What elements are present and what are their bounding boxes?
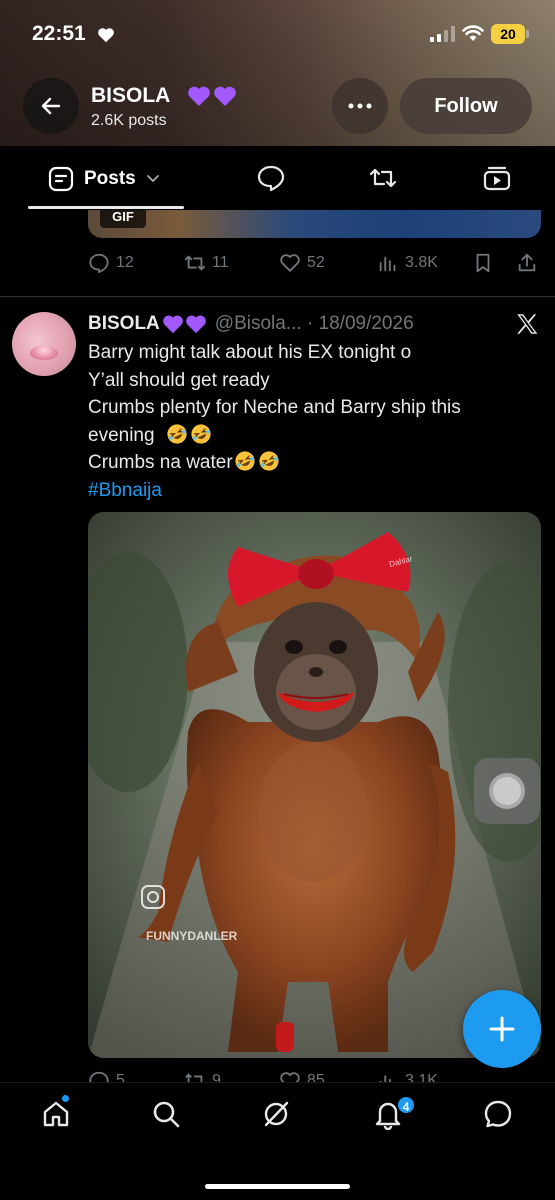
- purple-heart-icon: [185, 315, 206, 334]
- author-name-emojis: [162, 314, 207, 334]
- compose-post-button[interactable]: [463, 990, 541, 1068]
- more-options-button[interactable]: [332, 78, 388, 134]
- home-indicator: [205, 1184, 350, 1189]
- tweet-line-with-emoji: Crumbs na water: [88, 449, 538, 477]
- tweet-divider: [0, 296, 555, 297]
- back-button[interactable]: [23, 78, 79, 134]
- gif-badge: GIF: [100, 210, 146, 228]
- repost-button[interactable]: 11: [184, 252, 229, 274]
- repost-count: 9: [212, 1072, 221, 1082]
- share-icon[interactable]: [516, 252, 538, 274]
- chevron-down-icon: [146, 175, 159, 183]
- like-count: 52: [307, 254, 325, 271]
- purple-heart-icon: [214, 86, 236, 106]
- rolling-laughing-emoji-icon: [235, 451, 255, 471]
- views-icon: [379, 1075, 391, 1082]
- tab-active-indicator: [28, 206, 184, 209]
- tweet-text: Barry might talk about his EX tonight o …: [88, 339, 538, 504]
- status-bar: 22:51 20: [0, 0, 555, 70]
- reposts-tab-icon[interactable]: [368, 164, 398, 192]
- tab-posts-label: Posts: [84, 168, 136, 189]
- battery-tip: [526, 30, 529, 38]
- bookmark-icon[interactable]: [472, 252, 494, 274]
- media-watermark: FUNNYDANLER: [146, 929, 238, 943]
- like-icon: [280, 1072, 300, 1082]
- repost-icon: [185, 1073, 203, 1082]
- rolling-laughing-emoji-icon: [167, 423, 187, 444]
- arrow-left-icon: [41, 97, 61, 115]
- repost-count: 11: [212, 254, 229, 271]
- rolling-laughing-emoji-icon: [259, 451, 279, 471]
- status-time: 22:51: [32, 22, 86, 45]
- profile-name-emojis: [187, 85, 237, 107]
- tweet-line: Crumbs na water: [88, 452, 233, 473]
- tweet-line-with-emoji: evening: [88, 422, 538, 450]
- follow-button[interactable]: Follow: [400, 78, 532, 134]
- repost-button[interactable]: 9: [184, 1070, 221, 1082]
- plus-icon: [489, 1016, 515, 1042]
- tweet-header: BISOLA @Bisola... · 18/09/2026: [88, 311, 414, 337]
- tweet-line: Barry might talk about his EX tonight o: [88, 342, 412, 363]
- views-count: 3.1K: [405, 1072, 438, 1082]
- home-icon[interactable]: [40, 1098, 72, 1130]
- reply-icon: [89, 253, 109, 274]
- previous-tweet-actions: 12 11 52 3.8K: [88, 252, 540, 276]
- assistive-touch-icon: [489, 773, 525, 809]
- wifi-icon: [462, 25, 484, 41]
- ellipsis-icon: [348, 103, 372, 109]
- tweet-line: Y’all should get ready: [88, 369, 270, 391]
- hashtag-link[interactable]: #Bbnaija: [88, 477, 538, 505]
- like-count: 85: [307, 1072, 325, 1082]
- x-logo-icon: [517, 314, 538, 334]
- reply-count: 5: [116, 1072, 125, 1082]
- tweet-line: Crumbs plenty for Neche and Barry ship t…: [88, 397, 461, 418]
- posts-icon: [48, 166, 74, 192]
- tab-posts[interactable]: Posts: [48, 166, 160, 192]
- tweet-line: evening: [88, 424, 155, 446]
- assistive-touch-button[interactable]: [474, 758, 540, 824]
- like-button[interactable]: 85: [279, 1070, 325, 1082]
- repost-icon: [184, 255, 206, 271]
- cellular-signal-icon: [430, 26, 455, 42]
- views-count: 3.8K: [405, 254, 438, 271]
- like-icon: [280, 254, 300, 272]
- reply-button[interactable]: 12: [88, 252, 134, 274]
- tweet-author-name[interactable]: BISOLA: [88, 313, 160, 335]
- tweet-actions: 5 9 85 3.1K: [88, 1068, 540, 1082]
- reply-icon: [89, 1071, 109, 1082]
- profile-tabs: Posts: [0, 146, 555, 210]
- avatar-image: [30, 346, 58, 360]
- reply-count: 12: [116, 254, 134, 271]
- battery-level: 20: [491, 24, 525, 44]
- heart-icon: [98, 28, 114, 43]
- profile-name: BISOLA: [91, 84, 171, 107]
- tweet-handle-date: @Bisola... · 18/09/2026: [214, 313, 414, 334]
- avatar[interactable]: [12, 312, 76, 376]
- posts-count: 2.6K posts: [91, 112, 167, 129]
- search-icon[interactable]: [150, 1098, 182, 1130]
- views-button[interactable]: 3.1K: [377, 1070, 438, 1082]
- like-button[interactable]: 52: [279, 252, 325, 274]
- grok-icon[interactable]: [260, 1098, 292, 1130]
- purple-heart-icon: [162, 315, 183, 334]
- replies-tab-icon[interactable]: [256, 164, 286, 192]
- profile-header: BISOLA 2.6K posts Follow: [0, 76, 555, 140]
- views-button[interactable]: 3.8K: [377, 252, 438, 274]
- reply-button[interactable]: 5: [88, 1070, 125, 1082]
- views-icon: [379, 256, 396, 272]
- rolling-laughing-emoji-icon: [191, 423, 211, 444]
- notifications-badge: 4: [396, 1095, 416, 1115]
- messages-icon[interactable]: [482, 1098, 514, 1130]
- bottom-navigation: 4: [0, 1082, 555, 1200]
- purple-heart-icon: [188, 86, 210, 106]
- previous-tweet-media[interactable]: [88, 210, 541, 238]
- media-tab-icon[interactable]: [482, 164, 512, 192]
- home-unread-dot: [62, 1095, 69, 1102]
